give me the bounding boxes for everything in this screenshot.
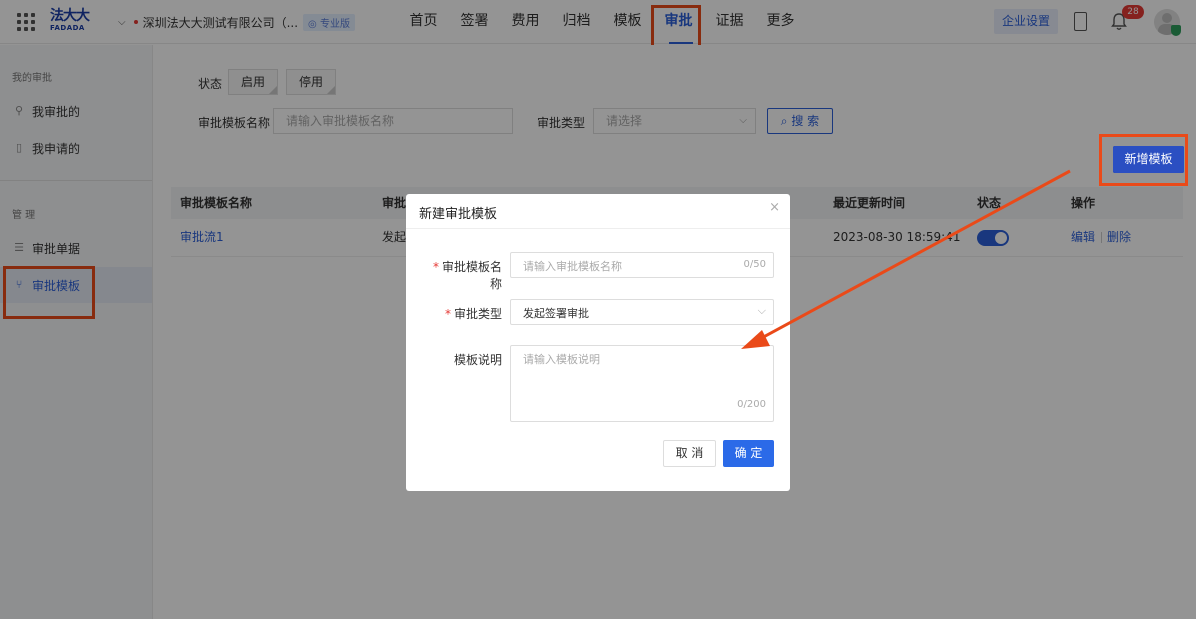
arrow-line [757, 169, 1071, 342]
annotation-arrow [741, 169, 1071, 349]
arrow-head [741, 330, 770, 349]
